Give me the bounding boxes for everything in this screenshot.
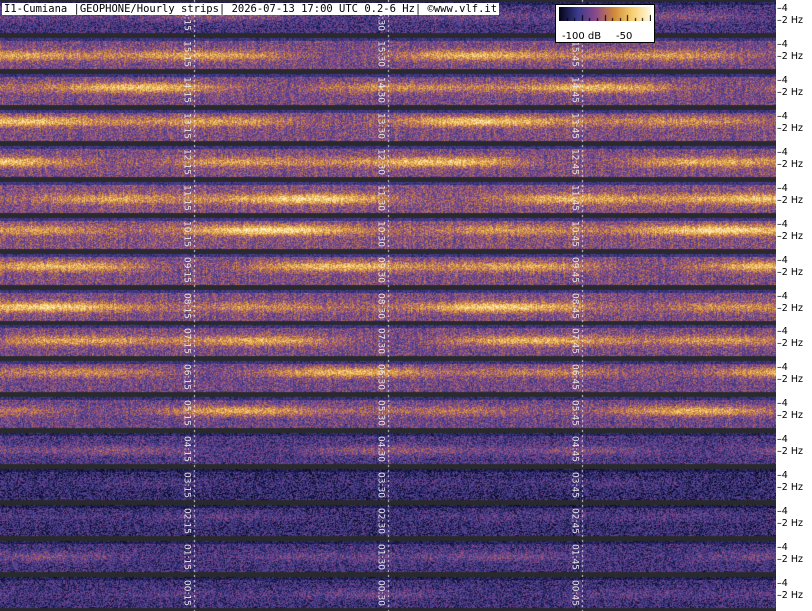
color-legend: -100 dB -50 <box>555 4 655 43</box>
time-label: 07:30 <box>375 328 386 355</box>
freq-tick-2hz: –2 Hz <box>777 50 803 62</box>
time-label: 09:15 <box>181 256 192 283</box>
time-label: 08:15 <box>181 292 192 319</box>
time-label: 14:45 <box>569 76 580 103</box>
time-label: 04:15 <box>181 436 192 463</box>
colorbar-label-min: -100 dB <box>562 31 602 42</box>
freq-tick-4: –4 <box>777 506 788 518</box>
freq-tick-2hz: –2 Hz <box>777 15 803 26</box>
time-label: 02:15 <box>181 508 192 535</box>
freq-tick-2hz: –2 Hz <box>777 230 803 242</box>
spectrogram-canvas <box>0 0 776 611</box>
time-label: 15:45 <box>569 40 580 67</box>
freq-tick-2hz: –2 Hz <box>777 554 803 566</box>
time-label: 01:30 <box>375 544 386 571</box>
freq-tick-2hz: –2 Hz <box>777 266 803 278</box>
colorbar <box>559 7 651 21</box>
freq-tick-2hz: –2 Hz <box>777 410 803 422</box>
time-label: 09:30 <box>375 256 386 283</box>
time-label: 06:30 <box>375 364 386 391</box>
time-label: 07:45 <box>569 328 580 355</box>
freq-tick-2hz: –2 Hz <box>777 482 803 494</box>
freq-tick-2hz: –2 Hz <box>777 518 803 530</box>
time-label: 08:45 <box>569 292 580 319</box>
time-label: 05:30 <box>375 400 386 427</box>
freq-tick-4: –4 <box>777 434 788 446</box>
time-label: 02:45 <box>569 508 580 535</box>
freq-tick-4: –4 <box>777 110 788 122</box>
freq-tick-4: –4 <box>777 254 788 266</box>
freq-tick-2hz: –2 Hz <box>777 302 803 314</box>
freq-tick-4: –4 <box>777 326 788 338</box>
time-label: 00:15 <box>181 580 192 606</box>
time-label: 04:30 <box>375 436 386 463</box>
time-label: 15:15 <box>181 40 192 67</box>
freq-tick-4: –4 <box>777 578 788 590</box>
time-label: 03:15 <box>181 472 192 499</box>
time-label: 00:45 <box>569 580 580 606</box>
freq-tick-4: –4 <box>777 38 788 50</box>
time-label: 06:45 <box>569 364 580 391</box>
freq-tick-2hz: –2 Hz <box>777 158 803 170</box>
spectrogram-chart: 16:1516:3016:4515:1515:3015:4514:1514:30… <box>0 0 812 611</box>
freq-tick-4: –4 <box>777 362 788 374</box>
time-label: 03:45 <box>569 472 580 499</box>
freq-tick-2hz: –2 Hz <box>777 194 803 206</box>
colorbar-label-max: -50 <box>616 31 633 42</box>
time-label: 05:15 <box>181 400 192 427</box>
time-label: 05:45 <box>569 400 580 427</box>
time-label: 11:30 <box>375 184 386 211</box>
frequency-axis: –4 –2 Hz –4 –2 Hz –4 –2 Hz –4 –2 Hz –4 –2 Hz –4 –2 … <box>776 0 812 611</box>
time-label: 14:15 <box>181 76 192 103</box>
time-label: 02:30 <box>375 508 386 535</box>
freq-tick-4: –4 <box>777 290 788 302</box>
time-label: 15:30 <box>375 40 386 67</box>
freq-tick-2hz: –2 Hz <box>777 446 803 458</box>
time-label: 00:30 <box>375 580 386 606</box>
freq-tick-4: –4 <box>777 398 788 410</box>
freq-tick-4: –4 <box>777 3 788 14</box>
time-label: 13:45 <box>569 112 580 139</box>
time-label: 12:15 <box>181 148 192 175</box>
time-label: 11:45 <box>569 184 580 211</box>
freq-tick-4: –4 <box>777 218 788 230</box>
freq-tick-4: –4 <box>777 470 788 482</box>
freq-tick-2hz: –2 Hz <box>777 590 803 602</box>
time-label: 11:15 <box>181 184 192 211</box>
time-label: 14:30 <box>375 76 386 103</box>
freq-tick-4: –4 <box>777 182 788 194</box>
freq-tick-2hz: –2 Hz <box>777 86 803 98</box>
time-label: 13:15 <box>181 112 192 139</box>
time-label: 01:45 <box>569 544 580 571</box>
time-label: 12:45 <box>569 148 580 175</box>
freq-tick-2hz: –2 Hz <box>777 374 803 386</box>
freq-tick-4: –4 <box>777 74 788 86</box>
freq-tick-4: –4 <box>777 542 788 554</box>
time-label: 01:15 <box>181 544 192 571</box>
time-label: 12:30 <box>375 148 386 175</box>
chart-title: I1-Cumiana |GEOPHONE/Hourly strips| 2026… <box>2 3 500 15</box>
time-label: 10:45 <box>569 220 580 247</box>
freq-tick-4: –4 <box>777 146 788 158</box>
freq-tick-2hz: –2 Hz <box>777 338 803 350</box>
time-label: 10:30 <box>375 220 386 247</box>
time-label: 04:45 <box>569 436 580 463</box>
time-label: 09:45 <box>569 256 580 283</box>
time-label: 06:15 <box>181 364 192 391</box>
time-label: 07:15 <box>181 328 192 355</box>
freq-tick-2hz: –2 Hz <box>777 122 803 134</box>
time-label: 13:30 <box>375 112 386 139</box>
time-label: 10:15 <box>181 220 192 247</box>
time-label: 03:30 <box>375 472 386 499</box>
time-label: 08:30 <box>375 292 386 319</box>
